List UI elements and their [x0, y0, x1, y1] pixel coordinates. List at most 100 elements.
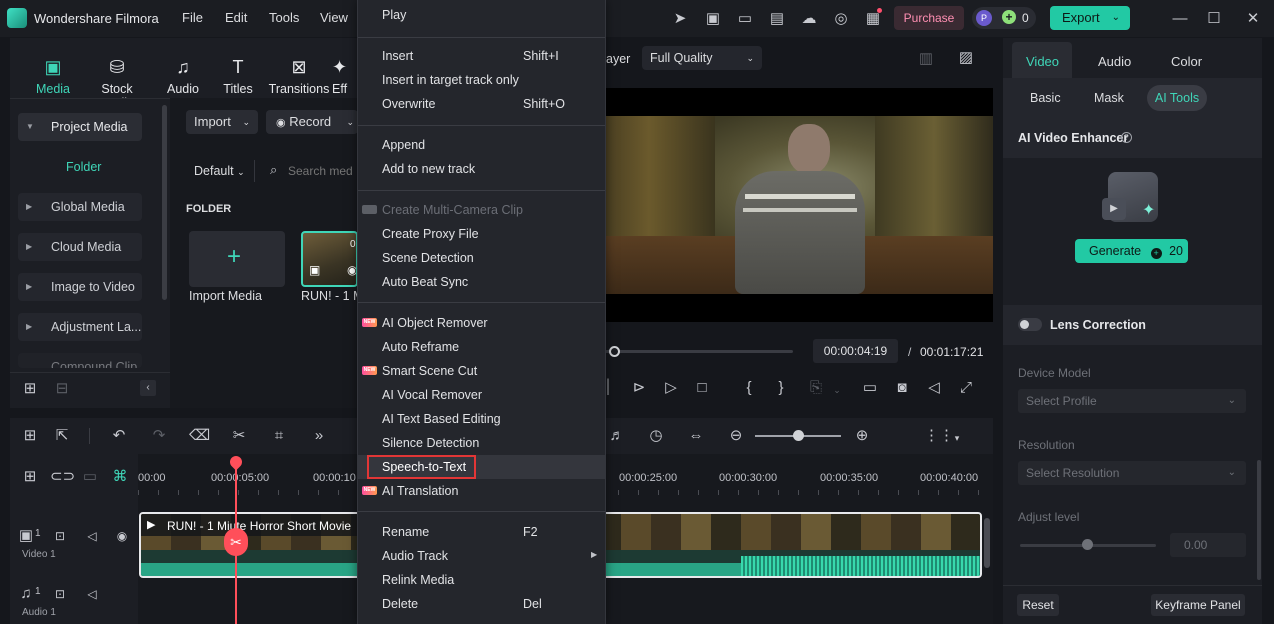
- lens-toggle[interactable]: [1018, 318, 1042, 331]
- search-input[interactable]: [288, 160, 358, 182]
- select-tool-icon[interactable]: ⇱: [52, 427, 72, 445]
- user-credits[interactable]: P + 0: [972, 7, 1036, 29]
- tool-transitions[interactable]: ⊠ Transitions: [266, 56, 332, 96]
- menu-item-rename[interactable]: Rename: [382, 525, 429, 539]
- zoom-in-icon[interactable]: ⊕: [852, 427, 872, 445]
- layout-icon[interactable]: ▭: [734, 8, 756, 30]
- speaker-icon[interactable]: ◁: [84, 527, 100, 545]
- sidebar-item-image-to-video[interactable]: ▶ Image to Video: [18, 273, 142, 301]
- sidebar-item-project-media[interactable]: ▼ Project Media: [18, 113, 142, 141]
- current-time[interactable]: 00:00:04:19: [813, 339, 898, 363]
- eye-icon[interactable]: ◉: [114, 527, 130, 545]
- adjust-level-value[interactable]: 0.00: [1170, 533, 1246, 557]
- close-icon[interactable]: ✕: [1242, 8, 1264, 30]
- menu-item-overwrite[interactable]: Overwrite: [382, 97, 435, 111]
- menu-item-scene-detection[interactable]: Scene Detection: [382, 251, 474, 265]
- move-folder-icon[interactable]: ⊟: [52, 380, 72, 398]
- media-clip-thumbnail[interactable]: 0 ▣ ◉: [301, 231, 358, 287]
- play-icon[interactable]: ▷: [661, 379, 681, 397]
- audio-edit-icon[interactable]: ♬: [607, 427, 627, 445]
- camera-snapshot-icon[interactable]: ◙: [892, 379, 912, 397]
- timecode-track[interactable]: [605, 350, 793, 353]
- trash-icon[interactable]: ⌫: [189, 427, 210, 445]
- lock-icon[interactable]: ⊡: [52, 527, 68, 545]
- timeline-scrollbar[interactable]: [984, 518, 990, 568]
- stop-icon[interactable]: □: [692, 379, 712, 397]
- menu-item-append[interactable]: Append: [382, 138, 425, 152]
- sidebar-item-cloud-media[interactable]: ▶ Cloud Media: [18, 233, 142, 261]
- subtab-ai-tools[interactable]: AI Tools: [1147, 85, 1207, 111]
- insert-marker-icon[interactable]: ⎘: [806, 379, 826, 397]
- menu-item-create-proxy[interactable]: Create Proxy File: [382, 227, 479, 241]
- menu-item-auto-beat-sync[interactable]: Auto Beat Sync: [382, 275, 468, 289]
- tab-video[interactable]: Video: [1026, 54, 1059, 69]
- chevron-down-icon[interactable]: ▾: [952, 429, 962, 447]
- maximize-icon[interactable]: ☐: [1203, 8, 1225, 30]
- fit-icon[interactable]: ⇔: [686, 427, 706, 445]
- save-icon[interactable]: ▤: [766, 8, 788, 30]
- menu-item-silence-detection[interactable]: Silence Detection: [382, 436, 479, 450]
- import-media-tile[interactable]: +: [189, 231, 285, 287]
- menu-file[interactable]: File: [182, 10, 203, 25]
- generate-button[interactable]: Generate + 20: [1075, 239, 1188, 263]
- zoom-out-icon[interactable]: ⊖: [726, 427, 746, 445]
- sidebar-item-folder[interactable]: Folder: [66, 160, 101, 174]
- render-queue-icon[interactable]: ▣: [702, 8, 724, 30]
- menu-item-speech-to-text[interactable]: Speech-to-Text: [382, 460, 466, 474]
- chevron-down-icon[interactable]: ⌄: [832, 381, 842, 399]
- grid-view-icon[interactable]: ▥: [916, 50, 936, 68]
- speaker-icon[interactable]: ◁: [84, 585, 100, 603]
- timecode-scrubber[interactable]: [608, 346, 620, 357]
- menu-item-auto-reframe[interactable]: Auto Reframe: [382, 340, 459, 354]
- keyframe-panel-button[interactable]: Keyframe Panel: [1151, 594, 1245, 616]
- menu-item-audio-track[interactable]: Audio Track: [382, 549, 448, 563]
- menu-view[interactable]: View: [320, 10, 348, 25]
- zoom-thumb[interactable]: [793, 430, 804, 441]
- collapse-panel-icon[interactable]: ‹: [140, 380, 156, 396]
- undo-icon[interactable]: ↶: [109, 427, 129, 445]
- link-icon[interactable]: ⊂⊃: [50, 468, 75, 486]
- headset-icon[interactable]: ◎: [830, 8, 852, 30]
- help-icon[interactable]: ?: [1121, 132, 1132, 143]
- menu-item-smart-scene-cut[interactable]: Smart Scene Cut: [382, 364, 477, 378]
- send-icon[interactable]: ➤: [669, 8, 691, 30]
- crop-icon[interactable]: ⌗: [269, 427, 289, 445]
- menu-item-add-new-track[interactable]: Add to new track: [382, 162, 475, 176]
- export-button[interactable]: Export ⌄: [1050, 6, 1130, 30]
- tool-titles[interactable]: T Titles: [205, 56, 271, 96]
- snap-icon[interactable]: ⌘: [110, 468, 130, 486]
- select-resolution-dropdown[interactable]: Select Resolution ⌄: [1018, 461, 1246, 485]
- menu-item-play[interactable]: Play: [382, 8, 406, 22]
- adjust-level-thumb[interactable]: [1082, 539, 1093, 550]
- more-tools-icon[interactable]: »: [309, 427, 329, 445]
- menu-tools[interactable]: Tools: [269, 10, 299, 25]
- tab-audio[interactable]: Audio: [1098, 54, 1131, 69]
- track-height-icon[interactable]: ⋮⋮: [924, 427, 954, 445]
- menu-item-insert-target-track[interactable]: Insert in target track only: [382, 73, 519, 87]
- speed-icon[interactable]: ◷: [646, 427, 666, 445]
- subtab-mask[interactable]: Mask: [1094, 91, 1124, 105]
- volume-icon[interactable]: ◁: [924, 379, 944, 397]
- tool-media[interactable]: ▣ Media: [20, 56, 86, 96]
- sidebar-item-global-media[interactable]: ▶ Global Media: [18, 193, 142, 221]
- menu-item-delete[interactable]: Delete: [382, 597, 418, 611]
- select-profile-dropdown[interactable]: Select Profile ⌄: [1018, 389, 1246, 413]
- play-next-frame-icon[interactable]: ⊳: [629, 379, 649, 397]
- mark-in-icon[interactable]: {: [740, 379, 758, 397]
- reset-button[interactable]: Reset: [1017, 594, 1059, 616]
- menu-item-relink-media[interactable]: Relink Media: [382, 573, 454, 587]
- menu-item-ai-vocal-remover[interactable]: AI Vocal Remover: [382, 388, 482, 402]
- menu-item-ai-translation[interactable]: AI Translation: [382, 484, 458, 498]
- right-panel-scrollbar[interactable]: [1257, 460, 1261, 580]
- mark-out-icon[interactable]: }: [772, 379, 790, 397]
- record-dropdown[interactable]: ◉ Record ⌄: [266, 110, 358, 134]
- import-dropdown[interactable]: Import ⌄: [186, 110, 258, 134]
- menu-edit[interactable]: Edit: [225, 10, 247, 25]
- menu-item-ai-text-editing[interactable]: AI Text Based Editing: [382, 412, 501, 426]
- sidebar-scrollbar[interactable]: [162, 105, 167, 300]
- minimize-icon[interactable]: —: [1169, 8, 1191, 30]
- sort-dropdown[interactable]: Default ⌄: [194, 164, 245, 178]
- fullscreen-icon[interactable]: ⤢: [956, 379, 976, 397]
- sidebar-item-compound-clip[interactable]: Compound Clip: [18, 353, 142, 368]
- split-scissors-icon[interactable]: ✂: [224, 528, 248, 556]
